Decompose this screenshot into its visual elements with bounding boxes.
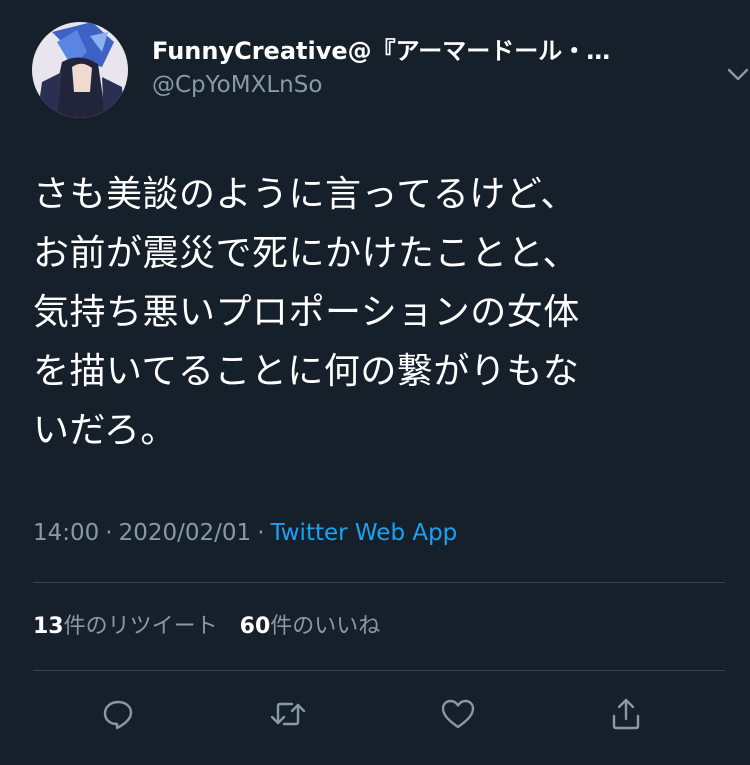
reply-button[interactable] <box>98 694 138 734</box>
tweet-text-line: いだろ。 <box>33 410 177 451</box>
retweets-count: 13 <box>33 614 64 639</box>
separator-dot: · <box>105 520 113 546</box>
tweet-detail: FunnyCreative@『アーマードール・… @CpYoMXLnSo さも美… <box>0 0 750 765</box>
chevron-down-icon[interactable] <box>724 62 750 86</box>
tweet-header: FunnyCreative@『アーマードール・… @CpYoMXLnSo <box>32 22 749 122</box>
tweet-date[interactable]: 2020/02/01 <box>119 520 252 546</box>
retweet-button[interactable] <box>268 694 308 734</box>
display-name[interactable]: FunnyCreative@『アーマードール・… <box>152 36 672 66</box>
share-icon <box>612 698 640 730</box>
likes-count: 60 <box>239 614 271 639</box>
tweet-text-line: お前が震災で死にかけたことと、 <box>33 233 580 274</box>
tweet-text-line: を描いてることに何の繋がりもな <box>33 351 580 392</box>
reply-icon <box>103 700 133 730</box>
likes-stat[interactable]: 60件のいいね <box>240 614 381 639</box>
divider <box>33 582 725 583</box>
like-button[interactable] <box>438 694 478 734</box>
tweet-metadata: 14:00 · 2020/02/01 · Twitter Web App <box>33 514 457 552</box>
author-info[interactable]: FunnyCreative@『アーマードール・… @CpYoMXLnSo <box>152 36 672 102</box>
tweet-text: さも美談のように言ってるけど、 お前が震災で死にかけたことと、 気持ち悪いプロポ… <box>33 165 723 460</box>
user-handle[interactable]: @CpYoMXLnSo <box>152 68 672 102</box>
separator-dot: · <box>257 520 265 546</box>
tweet-text-line: 気持ち悪いプロポーションの女体 <box>33 292 580 333</box>
tweet-stats: 13件のリツイート 60件のいいね <box>33 607 380 647</box>
tweet-source-link[interactable]: Twitter Web App <box>271 520 458 546</box>
retweet-icon <box>270 702 306 726</box>
avatar[interactable] <box>32 22 128 118</box>
tweet-time[interactable]: 14:00 <box>33 520 99 546</box>
retweets-label: 件のリツイート <box>63 614 218 639</box>
divider <box>33 670 725 671</box>
likes-label: 件のいいね <box>270 614 381 639</box>
heart-icon <box>441 699 475 729</box>
share-button[interactable] <box>606 694 646 734</box>
avatar-image <box>32 22 128 118</box>
retweets-stat[interactable]: 13件のリツイート <box>33 614 218 639</box>
tweet-text-line: さも美談のように言ってるけど、 <box>33 174 577 215</box>
tweet-actions <box>0 690 750 740</box>
